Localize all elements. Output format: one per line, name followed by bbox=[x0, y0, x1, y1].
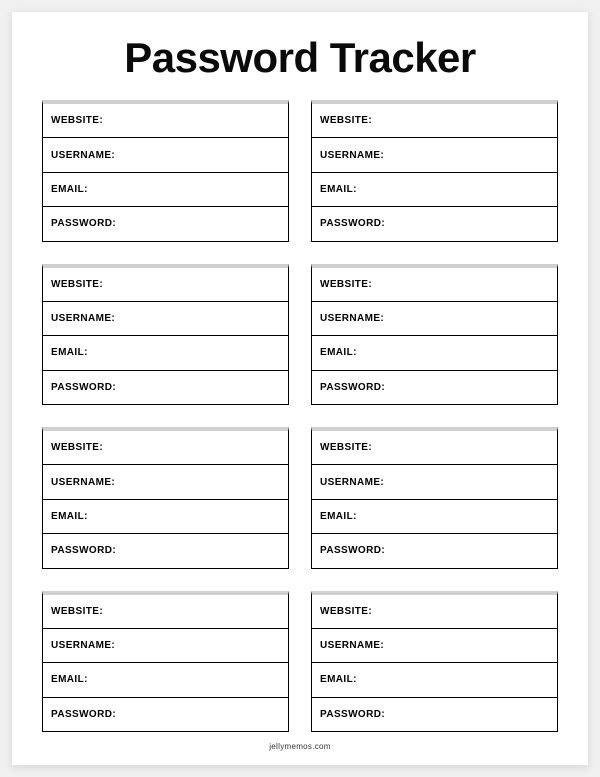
website-field: WEBSITE: bbox=[312, 268, 557, 302]
username-field: USERNAME: bbox=[43, 465, 288, 499]
password-field: PASSWORD: bbox=[312, 698, 557, 731]
entry-box: WEBSITE: USERNAME: EMAIL: PASSWORD: bbox=[42, 591, 289, 733]
username-field: USERNAME: bbox=[43, 302, 288, 336]
password-field: PASSWORD: bbox=[43, 534, 288, 567]
website-field: WEBSITE: bbox=[43, 104, 288, 138]
username-field: USERNAME: bbox=[312, 465, 557, 499]
password-field: PASSWORD: bbox=[312, 534, 557, 567]
password-field: PASSWORD: bbox=[312, 371, 557, 404]
email-field: EMAIL: bbox=[312, 500, 557, 534]
website-field: WEBSITE: bbox=[312, 104, 557, 138]
email-field: EMAIL: bbox=[312, 173, 557, 207]
website-field: WEBSITE: bbox=[312, 595, 557, 629]
entry-box: WEBSITE: USERNAME: EMAIL: PASSWORD: bbox=[311, 427, 558, 569]
website-field: WEBSITE: bbox=[43, 595, 288, 629]
email-field: EMAIL: bbox=[43, 336, 288, 370]
username-field: USERNAME: bbox=[43, 629, 288, 663]
email-field: EMAIL: bbox=[43, 173, 288, 207]
password-field: PASSWORD: bbox=[43, 207, 288, 240]
email-field: EMAIL: bbox=[312, 336, 557, 370]
email-field: EMAIL: bbox=[312, 663, 557, 697]
email-field: EMAIL: bbox=[43, 500, 288, 534]
email-field: EMAIL: bbox=[43, 663, 288, 697]
entry-box: WEBSITE: USERNAME: EMAIL: PASSWORD: bbox=[42, 264, 289, 406]
footer-credit: jellymemos.com bbox=[42, 742, 558, 751]
username-field: USERNAME: bbox=[43, 138, 288, 172]
entries-grid: WEBSITE: USERNAME: EMAIL: PASSWORD: WEBS… bbox=[42, 100, 558, 732]
entry-box: WEBSITE: USERNAME: EMAIL: PASSWORD: bbox=[311, 100, 558, 242]
website-field: WEBSITE: bbox=[43, 268, 288, 302]
username-field: USERNAME: bbox=[312, 302, 557, 336]
website-field: WEBSITE: bbox=[43, 431, 288, 465]
password-field: PASSWORD: bbox=[43, 698, 288, 731]
password-field: PASSWORD: bbox=[43, 371, 288, 404]
entry-box: WEBSITE: USERNAME: EMAIL: PASSWORD: bbox=[311, 264, 558, 406]
entry-box: WEBSITE: USERNAME: EMAIL: PASSWORD: bbox=[42, 100, 289, 242]
username-field: USERNAME: bbox=[312, 629, 557, 663]
website-field: WEBSITE: bbox=[312, 431, 557, 465]
entry-box: WEBSITE: USERNAME: EMAIL: PASSWORD: bbox=[42, 427, 289, 569]
entry-box: WEBSITE: USERNAME: EMAIL: PASSWORD: bbox=[311, 591, 558, 733]
username-field: USERNAME: bbox=[312, 138, 557, 172]
document-page: Password Tracker WEBSITE: USERNAME: EMAI… bbox=[12, 12, 588, 765]
page-title: Password Tracker bbox=[42, 34, 558, 82]
password-field: PASSWORD: bbox=[312, 207, 557, 240]
